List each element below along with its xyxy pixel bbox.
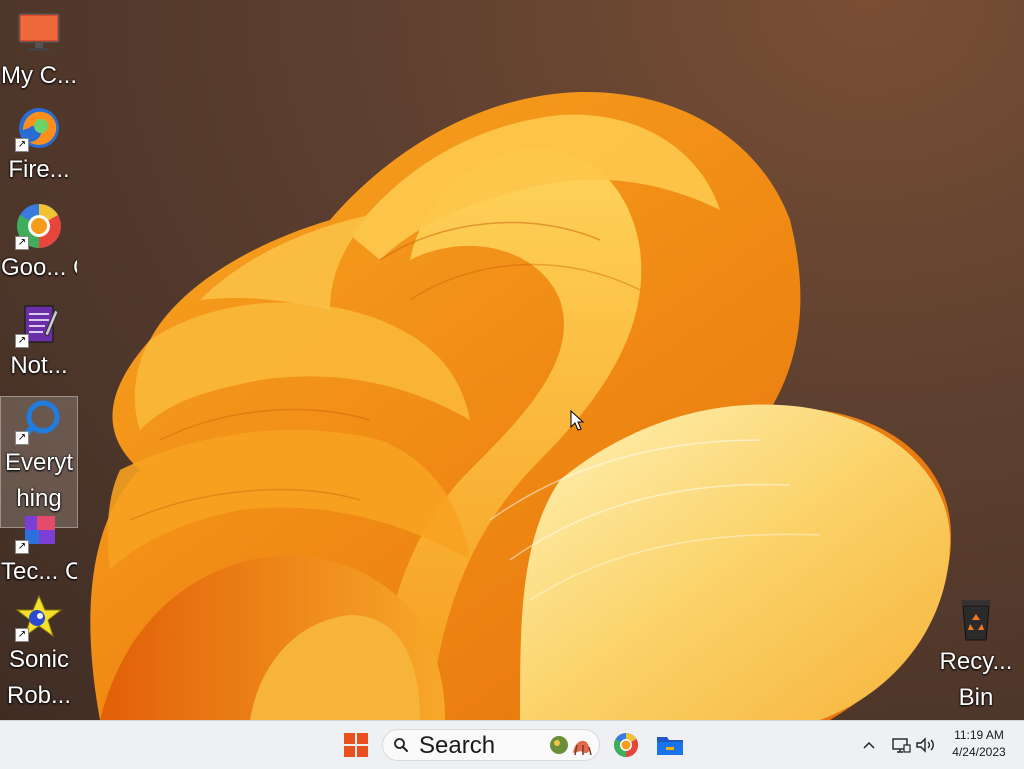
shortcut-arrow-icon: ↗ <box>15 236 29 250</box>
desktop-icon-sonic-robo[interactable]: ↗ Sonic Rob... <box>1 594 77 714</box>
chrome-icon <box>613 733 639 757</box>
taskbar: Search 11:19 AM 4/24/2023 <box>0 720 1024 769</box>
search-label: Search <box>419 732 496 759</box>
desktop-icon-recycle-bin[interactable]: Recy... Bin <box>936 596 1016 716</box>
techsmith-capture-icon: ↗ <box>15 506 63 554</box>
desktop-icon-label: Not... <box>10 352 68 379</box>
shortcut-arrow-icon: ↗ <box>15 138 29 152</box>
desktop-icon-label: My C... <box>1 62 77 89</box>
taskbar-file-explorer-button[interactable] <box>654 729 686 761</box>
tray-network-button[interactable] <box>890 733 912 757</box>
desktop-icon-my-computer[interactable]: My C... <box>1 10 77 94</box>
tray-volume-button[interactable] <box>914 733 936 757</box>
wallpaper-image <box>90 91 952 720</box>
desktop-icon-techsmith-capture[interactable]: ↗ Tec... C... <box>1 506 77 590</box>
monitor-icon <box>15 10 63 58</box>
shortcut-arrow-icon: ↗ <box>15 334 29 348</box>
desktop-icon-label: Goo... Chr... <box>1 254 77 281</box>
desktop-icon-google-chrome[interactable]: ↗ Goo... Chr... <box>1 202 77 286</box>
chrome-icon: ↗ <box>15 202 63 250</box>
file-explorer-icon <box>657 737 683 755</box>
search-icon <box>394 738 408 752</box>
taskbar-clock[interactable]: 11:19 AM 4/24/2023 <box>944 727 1014 761</box>
chevron-up-icon <box>863 741 875 749</box>
recycle-bin-icon <box>952 596 1000 644</box>
network-icon <box>892 738 911 753</box>
sonic-robo-icon: ↗ <box>15 594 63 642</box>
clock-time: 11:19 AM <box>954 728 1004 742</box>
desktop-icon-label: Tec... C... <box>1 558 77 585</box>
volume-icon <box>916 737 934 753</box>
desktop-icon-label: Recy... Bin <box>939 648 1013 711</box>
tray-overflow-button[interactable] <box>858 733 880 757</box>
notepad-icon: ↗ <box>15 300 63 348</box>
search-highlight-icon <box>550 736 592 756</box>
everything-search-icon: ↗ <box>15 397 63 445</box>
desktop[interactable]: My C... ↗ Fire... ↗ Goo... Chr... <box>0 0 1024 720</box>
desktop-icon-label: Fire... <box>8 156 70 183</box>
taskbar-chrome-button[interactable] <box>610 729 642 761</box>
shortcut-arrow-icon: ↗ <box>15 431 29 445</box>
start-icon <box>344 733 368 757</box>
desktop-icon-label: Sonic Rob... <box>6 646 72 709</box>
desktop-icon-firefox[interactable]: ↗ Fire... <box>1 104 77 188</box>
taskbar-search-box[interactable]: Search <box>382 729 600 761</box>
firefox-icon: ↗ <box>15 104 63 152</box>
shortcut-arrow-icon: ↗ <box>15 540 29 554</box>
clock-date: 4/24/2023 <box>952 745 1006 759</box>
start-button[interactable] <box>340 729 372 761</box>
shortcut-arrow-icon: ↗ <box>15 628 29 642</box>
mouse-cursor-icon <box>570 410 584 431</box>
desktop-icon-notepad[interactable]: ↗ Not... <box>1 300 77 384</box>
